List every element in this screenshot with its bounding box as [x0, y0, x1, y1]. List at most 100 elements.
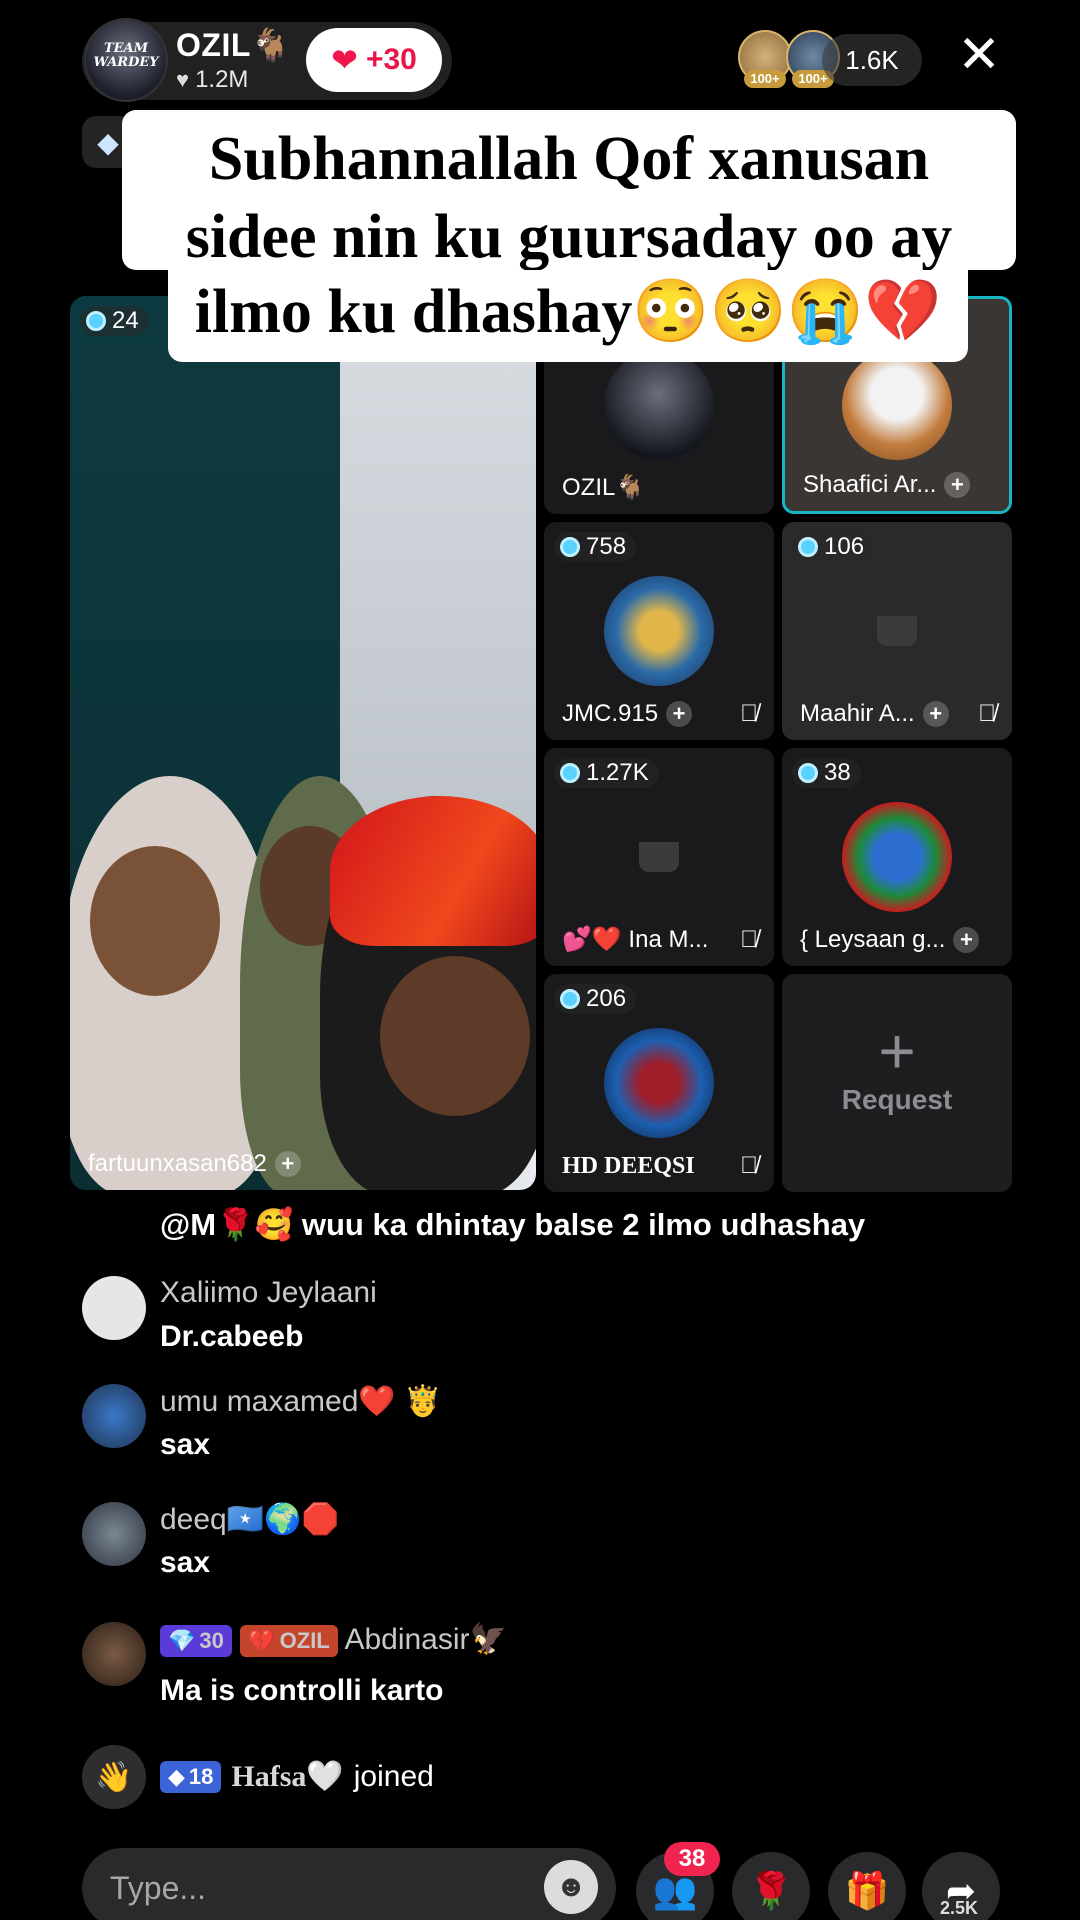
gift-level-badge: 💎 30	[160, 1625, 232, 1658]
comment-username[interactable]: Abdinasir🦅	[344, 1623, 506, 1656]
avatar[interactable]	[82, 1502, 146, 1566]
guest-name[interactable]: Shaafici Ar... +	[803, 471, 971, 499]
gem-icon	[798, 763, 818, 783]
gem-icon	[798, 537, 818, 557]
people-icon: 👥	[652, 1870, 698, 1911]
viewer-count[interactable]: 1.6K	[822, 34, 922, 86]
comment-username[interactable]: umu maxamed❤️ 🤴	[160, 1384, 441, 1419]
viewer-count-badge: 38	[792, 758, 861, 788]
mic-muted-icon: 🎙̸	[740, 700, 758, 727]
rose-icon: 🌹	[748, 1870, 794, 1911]
plus-icon: +	[878, 1015, 916, 1087]
rose-gift-button[interactable]: 🌹	[732, 1852, 810, 1920]
wave-hand-icon: 👋	[82, 1745, 146, 1809]
badge-count: 106	[824, 533, 865, 560]
mic-muted-icon: 🎙̸	[978, 700, 996, 727]
heart-icon: ❤	[331, 42, 358, 78]
caption-line: sidee nin ku guursaday oo ay	[185, 203, 953, 271]
close-icon[interactable]: ✕	[952, 28, 1006, 82]
badge-count: 24	[112, 307, 139, 334]
guest-name[interactable]: HD DEEQSI	[562, 1153, 695, 1180]
guest-name-label: Maahir A...	[800, 700, 915, 727]
guest-name[interactable]: OZIL🐐	[562, 473, 645, 502]
guest-tile-hd-deeqsi[interactable]: 206 HD DEEQSI 🎙̸	[544, 974, 774, 1192]
comment-username[interactable]: deeq🇸🇴🌍🛑	[160, 1502, 339, 1537]
avatar[interactable]	[82, 1276, 146, 1340]
comment-text: sax	[160, 1546, 211, 1579]
badge-count: 1.27K	[586, 759, 649, 786]
comment-username[interactable]: Xaliimo Jeylaani	[160, 1276, 377, 1310]
viewer-count-badge: 106	[792, 532, 875, 562]
follow-plus-icon[interactable]: +	[666, 701, 693, 727]
follow-plus-icon[interactable]: +	[953, 927, 980, 953]
follow-plus-icon[interactable]: +	[922, 701, 949, 727]
request-label: Request	[841, 1084, 953, 1115]
guest-name[interactable]: 💕❤️ Ina M...	[562, 925, 708, 954]
comment-text: sax	[160, 1428, 211, 1461]
gem-icon	[560, 763, 580, 783]
caption-box: ilmo ku dhashay😳🥺😭💔	[168, 270, 968, 362]
join-username[interactable]: Hafsa🤍	[231, 1759, 343, 1794]
main-video-tile[interactable]: 24 fartuunxasan682 +	[70, 296, 536, 1190]
comment-text-partial: @M🌹🥰 wuu ka dhintay balse 2 ilmo udhasha…	[160, 1207, 866, 1242]
heart-icon: 💔	[248, 1628, 276, 1654]
comment-header[interactable]: 💎 30 💔 OZIL Abdinasir🦅	[160, 1622, 507, 1658]
host-likes: ♥ 1.2M	[176, 66, 248, 94]
emoji-icon[interactable]: ☻	[544, 1860, 598, 1914]
follow-plus-icon[interactable]: +	[274, 1151, 301, 1177]
comment-input-box[interactable]: ☻	[82, 1848, 616, 1920]
level-value: 18	[188, 1763, 214, 1789]
viewer-avatar[interactable]: 100+	[738, 30, 792, 88]
follow-button[interactable]: ❤ +30	[306, 28, 442, 92]
guest-name-label: OZIL🐐	[562, 474, 646, 501]
avatar[interactable]	[82, 1622, 146, 1686]
guest-name-label: JMC.915	[562, 700, 659, 727]
guest-name[interactable]: JMC.915 +	[562, 700, 693, 728]
mic-muted-icon: 🎙̸	[740, 926, 758, 953]
viewer-count-badge: 206	[554, 984, 637, 1014]
follow-plus-icon[interactable]: +	[944, 472, 971, 498]
guest-name-label: { Leysaan g...	[800, 926, 946, 953]
caption-line: Subhannallah Qof xanusan	[208, 125, 930, 193]
host-name[interactable]: OZIL🐐	[176, 26, 291, 64]
guest-tile-maahir[interactable]: 106 Maahir A... + 🎙̸	[782, 522, 1012, 740]
join-label: joined	[353, 1759, 434, 1793]
coffee-cup-icon	[639, 842, 679, 872]
gem-icon	[560, 537, 580, 557]
host-avatar[interactable]: TEAM WARDEY	[84, 18, 168, 102]
guest-tile-jmc[interactable]: 758 JMC.915 + 🎙̸	[544, 522, 774, 740]
badge-count: 206	[586, 985, 627, 1012]
gift-level: 30	[199, 1628, 224, 1654]
guest-avatar	[604, 350, 714, 460]
level-badge: ◆ 18	[160, 1760, 222, 1793]
gem-icon: ◆	[168, 1763, 185, 1789]
fan-club-badge: 💔 OZIL	[240, 1625, 338, 1658]
host-likes-count: 1.2M	[195, 66, 249, 93]
guest-name[interactable]: fartuunxasan682 +	[88, 1150, 301, 1178]
viewer-count-badge: 758	[554, 532, 637, 562]
viewer-count-badge: 24	[80, 306, 149, 336]
top-viewers[interactable]: 100+ 100+	[738, 30, 840, 90]
comment-input[interactable]	[110, 1864, 510, 1912]
guest-tile-leysaan[interactable]: 38 { Leysaan g... +	[782, 748, 1012, 966]
request-slot[interactable]: + Request	[782, 974, 1012, 1192]
guest-tile-ina[interactable]: 1.27K 💕❤️ Ina M... 🎙̸	[544, 748, 774, 966]
guest-name[interactable]: Maahir A... +	[800, 700, 949, 728]
guest-name-label: fartuunxasan682	[88, 1150, 267, 1177]
follow-label: +30	[365, 43, 417, 76]
badge-count: 758	[586, 533, 627, 560]
viewer-count-badge: 1.27K	[554, 758, 659, 788]
fan-club-name: OZIL	[279, 1628, 330, 1654]
coffee-cup-icon	[877, 616, 917, 646]
guest-name[interactable]: { Leysaan g... +	[800, 926, 980, 954]
guest-avatar	[842, 802, 952, 912]
guest-name-label: HD DEEQSI	[562, 1153, 695, 1179]
join-notification: 👋 ◆ 18 Hafsa🤍 joined	[82, 1745, 682, 1809]
caption-line: ilmo ku dhashay😳🥺😭💔	[194, 278, 942, 346]
comment-text: Ma is controlli karto	[160, 1674, 444, 1707]
join-text: ◆ 18 Hafsa🤍 joined	[160, 1759, 434, 1794]
viewer-badge: 100+	[744, 70, 786, 88]
guest-name-label: Shaafici Ar...	[803, 471, 937, 498]
avatar[interactable]	[82, 1384, 146, 1448]
gift-button[interactable]: 🎁	[828, 1852, 906, 1920]
